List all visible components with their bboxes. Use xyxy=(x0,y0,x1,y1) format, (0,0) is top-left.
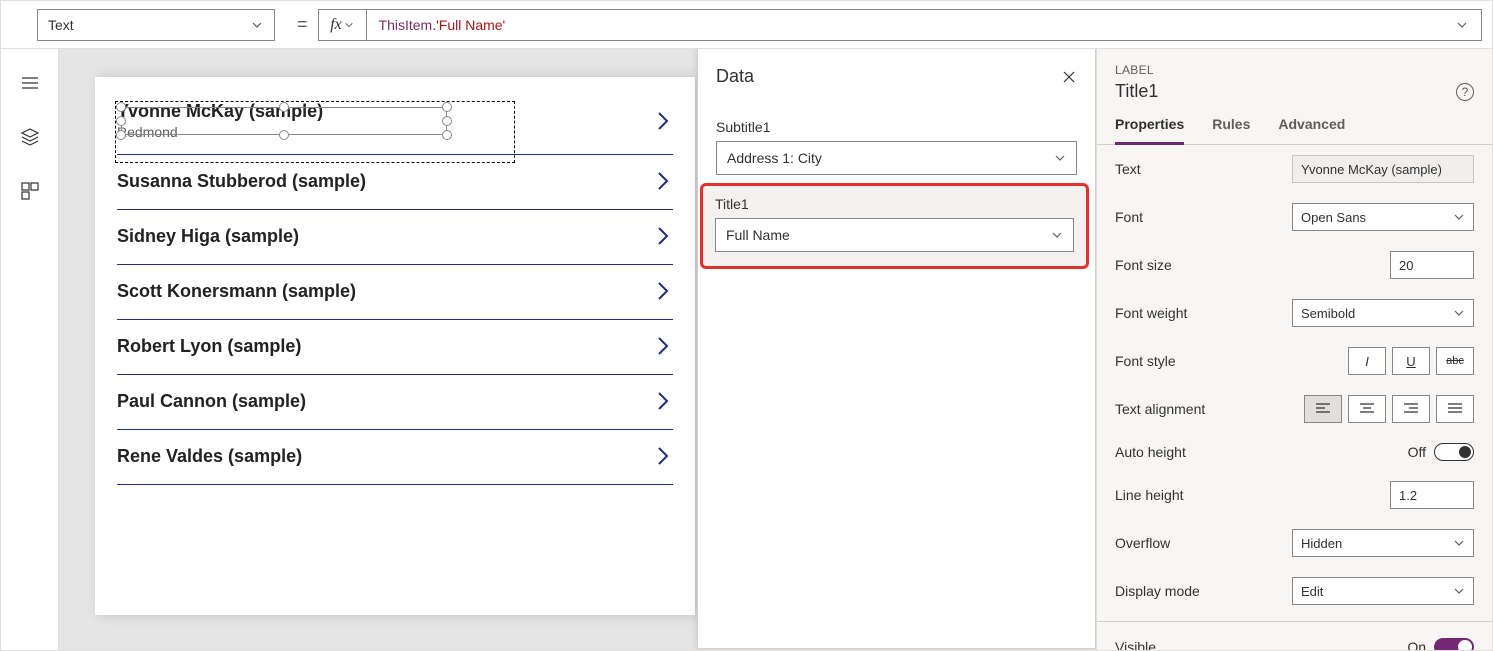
list-item[interactable]: Scott Konersmann (sample) xyxy=(117,265,673,320)
text-value[interactable]: Yvonne McKay (sample) xyxy=(1292,155,1474,183)
title1-field-value: Full Name xyxy=(726,227,790,243)
chevron-right-icon[interactable] xyxy=(653,442,673,470)
displaymode-select[interactable]: Edit xyxy=(1292,577,1474,605)
list-item[interactable]: Sidney Higa (sample) xyxy=(117,210,673,265)
fx-icon: fx xyxy=(330,16,342,34)
fontstyle-label: Font style xyxy=(1115,353,1176,369)
formula-text: ThisItem.'Full Name' xyxy=(379,17,506,33)
chevron-down-icon xyxy=(1054,152,1066,164)
overflow-select[interactable]: Hidden xyxy=(1292,529,1474,557)
font-label: Font xyxy=(1115,209,1143,225)
close-icon[interactable] xyxy=(1061,69,1077,85)
chevron-right-icon[interactable] xyxy=(653,167,673,195)
chevron-down-icon xyxy=(1455,18,1469,32)
formula-bar: Text = fx ThisItem.'Full Name' xyxy=(1,1,1492,49)
list-item-title: Robert Lyon (sample) xyxy=(117,336,301,357)
align-justify-button[interactable] xyxy=(1436,395,1474,423)
equals-sign: = xyxy=(297,14,308,35)
list-item[interactable]: Paul Cannon (sample) xyxy=(117,375,673,430)
resize-handle[interactable] xyxy=(442,102,452,112)
autoheight-toggle[interactable] xyxy=(1434,443,1474,461)
list-item-title: Paul Cannon (sample) xyxy=(117,391,306,412)
displaymode-label: Display mode xyxy=(1115,583,1200,599)
visible-value: On xyxy=(1407,639,1426,650)
chevron-right-icon[interactable] xyxy=(653,332,673,360)
list-item-title: Scott Konersmann (sample) xyxy=(117,281,356,302)
visible-toggle[interactable] xyxy=(1434,638,1474,650)
fontweight-label: Font weight xyxy=(1115,305,1187,321)
resize-handle[interactable] xyxy=(442,130,452,140)
font-select[interactable]: Open Sans xyxy=(1292,203,1474,231)
list-item[interactable]: Susanna Stubberod (sample) xyxy=(117,155,673,210)
hamburger-icon[interactable] xyxy=(20,73,40,93)
visible-label: Visible xyxy=(1115,639,1156,650)
chevron-down-icon xyxy=(1453,585,1465,597)
left-rail xyxy=(1,49,59,650)
resize-handle[interactable] xyxy=(279,130,289,140)
title1-label: Title1 xyxy=(715,196,1074,212)
chevron-down-icon xyxy=(1453,307,1465,319)
chevron-right-icon[interactable] xyxy=(653,222,673,250)
chevron-down-icon xyxy=(250,18,264,32)
tab-advanced[interactable]: Advanced xyxy=(1278,116,1345,144)
canvas[interactable]: Yvonne McKay (sample)RedmondSusanna Stub… xyxy=(59,49,1096,650)
control-name: Title1 xyxy=(1115,81,1158,102)
property-selector-value: Text xyxy=(48,17,74,33)
control-kind: LABEL xyxy=(1115,63,1474,77)
italic-button[interactable]: I xyxy=(1348,347,1386,375)
chevron-right-icon[interactable] xyxy=(653,107,673,135)
tab-rules[interactable]: Rules xyxy=(1212,116,1250,144)
app-screen: Yvonne McKay (sample)RedmondSusanna Stub… xyxy=(95,77,695,615)
title1-callout: Title1 Full Name xyxy=(700,183,1089,269)
list-item[interactable]: Rene Valdes (sample) xyxy=(117,430,673,485)
help-icon[interactable]: ? xyxy=(1456,83,1474,101)
tab-properties[interactable]: Properties xyxy=(1115,116,1184,145)
property-selector[interactable]: Text xyxy=(37,9,275,41)
formula-input[interactable]: ThisItem.'Full Name' xyxy=(366,9,1482,41)
properties-pane: LABEL Title1 ? Properties Rules Advanced… xyxy=(1096,49,1492,650)
data-panel: Data Subtitle1 Address 1: City Title1 F xyxy=(697,49,1096,649)
lineheight-label: Line height xyxy=(1115,487,1184,503)
overflow-label: Overflow xyxy=(1115,535,1170,551)
strike-button[interactable]: abc xyxy=(1436,347,1474,375)
fontweight-select[interactable]: Semibold xyxy=(1292,299,1474,327)
resize-handle[interactable] xyxy=(279,102,289,112)
list-item[interactable]: Robert Lyon (sample) xyxy=(117,320,673,375)
autoheight-label: Auto height xyxy=(1115,444,1186,460)
chevron-down-icon xyxy=(1453,211,1465,223)
subtitle1-field-selector[interactable]: Address 1: City xyxy=(716,141,1077,175)
layers-icon[interactable] xyxy=(20,127,40,147)
fontsize-label: Font size xyxy=(1115,257,1172,273)
resize-handle[interactable] xyxy=(442,116,452,126)
components-icon[interactable] xyxy=(20,181,40,201)
fontsize-input[interactable]: 20 xyxy=(1390,251,1474,279)
data-panel-title: Data xyxy=(716,66,754,87)
title1-field-selector[interactable]: Full Name xyxy=(715,218,1074,252)
align-center-button[interactable] xyxy=(1348,395,1386,423)
chevron-down-icon xyxy=(1051,229,1063,241)
textalign-label: Text alignment xyxy=(1115,401,1205,417)
align-right-button[interactable] xyxy=(1392,395,1430,423)
chevron-right-icon[interactable] xyxy=(653,387,673,415)
chevron-down-icon xyxy=(1453,537,1465,549)
subtitle1-label: Subtitle1 xyxy=(716,119,1077,135)
fx-button[interactable]: fx xyxy=(318,9,366,41)
list-item-title: Sidney Higa (sample) xyxy=(117,226,299,247)
resize-handle[interactable] xyxy=(116,130,126,140)
subtitle1-field-value: Address 1: City xyxy=(727,150,822,166)
props-tabs: Properties Rules Advanced xyxy=(1097,102,1492,145)
chevron-down-icon xyxy=(344,20,354,30)
underline-button[interactable]: U xyxy=(1392,347,1430,375)
list-item-title: Rene Valdes (sample) xyxy=(117,446,302,467)
align-left-button[interactable] xyxy=(1304,395,1342,423)
lineheight-input[interactable]: 1.2 xyxy=(1390,481,1474,509)
chevron-right-icon[interactable] xyxy=(653,277,673,305)
autoheight-value: Off xyxy=(1408,444,1426,460)
text-label: Text xyxy=(1115,161,1141,177)
list-item-title: Susanna Stubberod (sample) xyxy=(117,171,366,192)
resize-handle[interactable] xyxy=(116,116,126,126)
resize-handle[interactable] xyxy=(116,102,126,112)
